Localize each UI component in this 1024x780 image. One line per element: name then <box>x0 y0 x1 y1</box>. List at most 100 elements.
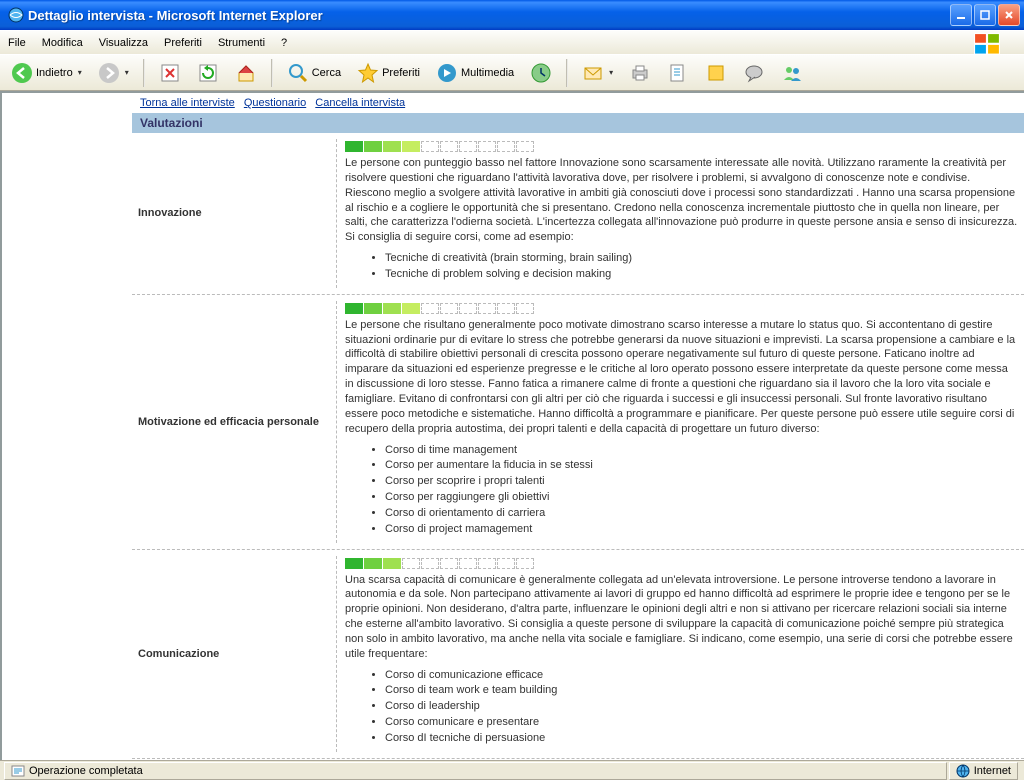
eval-bullets: Corso di comunicazione efficaceCorso di … <box>385 668 1018 746</box>
chevron-down-icon: ▾ <box>125 68 129 77</box>
score-segment <box>516 303 534 314</box>
eval-row: Motivazione ed efficacia personaleLe per… <box>132 295 1024 550</box>
globe-icon <box>956 764 970 778</box>
menu-tools[interactable]: Strumenti <box>218 37 265 49</box>
mail-button[interactable]: ▾ <box>577 59 618 87</box>
home-button[interactable] <box>230 59 262 87</box>
score-segment <box>345 141 363 152</box>
eval-text: Le persone che risultano generalmente po… <box>345 318 1018 437</box>
score-bar <box>345 141 1018 152</box>
eval-body: Le persone con punteggio basso nel fatto… <box>337 139 1024 288</box>
eval-text: Le persone con punteggio basso nel fatto… <box>345 156 1018 245</box>
score-segment <box>402 303 420 314</box>
history-icon <box>530 62 552 84</box>
list-item: Corso comunicare e presentare <box>385 715 1018 730</box>
multimedia-label: Multimedia <box>461 67 514 79</box>
stop-icon <box>159 62 181 84</box>
refresh-button[interactable] <box>192 59 224 87</box>
statusbar: Operazione completata Internet <box>0 760 1024 780</box>
close-button[interactable] <box>998 4 1020 26</box>
multimedia-button[interactable]: Multimedia <box>431 59 519 87</box>
edit-icon <box>667 62 689 84</box>
list-item: Corso dI tecniche di persuasione <box>385 731 1018 746</box>
forward-icon <box>98 62 120 84</box>
list-item: Tecniche di problem solving e decision m… <box>385 267 1018 282</box>
eval-row: InnovazioneLe persone con punteggio bass… <box>132 133 1024 295</box>
maximize-button[interactable] <box>974 4 996 26</box>
score-segment <box>440 303 458 314</box>
media-icon <box>436 62 458 84</box>
score-segment <box>383 558 401 569</box>
list-item: Corso per scoprire i propri talenti <box>385 474 1018 489</box>
score-segment <box>364 141 382 152</box>
search-label: Cerca <box>312 67 341 79</box>
link-torna[interactable]: Torna alle interviste <box>140 97 235 109</box>
score-segment <box>478 303 496 314</box>
search-icon <box>287 62 309 84</box>
chevron-down-icon: ▾ <box>609 68 613 77</box>
score-segment <box>402 558 420 569</box>
back-label: Indietro <box>36 67 73 79</box>
list-item: Corso di orientamento di carriera <box>385 506 1018 521</box>
back-button[interactable]: Indietro ▾ <box>6 59 87 87</box>
people-icon <box>781 62 803 84</box>
score-segment <box>345 303 363 314</box>
score-bar <box>345 558 1018 569</box>
minimize-button[interactable] <box>950 4 972 26</box>
link-cancella[interactable]: Cancella intervista <box>315 97 405 109</box>
messenger-button[interactable] <box>776 59 808 87</box>
menu-help[interactable]: ? <box>281 37 287 49</box>
score-segment <box>421 141 439 152</box>
favorites-button[interactable]: Preferiti <box>352 59 425 87</box>
score-segment <box>440 558 458 569</box>
top-links: Torna alle interviste Questionario Cance… <box>2 93 1024 113</box>
eval-label: Innovazione <box>132 139 337 288</box>
mail-icon <box>582 62 604 84</box>
forward-button[interactable]: ▾ <box>93 59 134 87</box>
app-icon <box>8 7 24 23</box>
score-segment <box>364 303 382 314</box>
done-icon <box>11 764 25 778</box>
score-segment <box>345 558 363 569</box>
link-questionario[interactable]: Questionario <box>244 97 306 109</box>
toolbar: Indietro ▾ ▾ Cerca Preferiti Multimedia … <box>0 54 1024 91</box>
menu-favorites[interactable]: Preferiti <box>164 37 202 49</box>
menubar: File Modifica Visualizza Preferiti Strum… <box>0 30 1024 54</box>
refresh-icon <box>197 62 219 84</box>
eval-bullets: Corso di time managementCorso per aument… <box>385 443 1018 537</box>
score-segment <box>440 141 458 152</box>
history-button[interactable] <box>525 59 557 87</box>
edit-button[interactable] <box>662 59 694 87</box>
list-item: Corso per aumentare la fiducia in se ste… <box>385 458 1018 473</box>
stop-button[interactable] <box>154 59 186 87</box>
status-zone: Internet <box>949 762 1018 780</box>
home-icon <box>235 62 257 84</box>
back-icon <box>11 62 33 84</box>
star-icon <box>357 62 379 84</box>
discuss-button[interactable] <box>738 59 770 87</box>
separator <box>566 59 568 87</box>
section-header: Valutazioni <box>132 113 1024 133</box>
score-segment <box>421 558 439 569</box>
eval-label: Comunicazione <box>132 556 337 752</box>
score-segment <box>364 558 382 569</box>
eval-text: Una scarsa capacità di comunicare è gene… <box>345 573 1018 662</box>
search-button[interactable]: Cerca <box>282 59 346 87</box>
favorites-label: Preferiti <box>382 67 420 79</box>
menu-edit[interactable]: Modifica <box>42 37 83 49</box>
list-item: Tecniche di creatività (brain storming, … <box>385 251 1018 266</box>
score-segment <box>459 558 477 569</box>
content-viewport[interactable]: Torna alle interviste Questionario Cance… <box>0 91 1024 760</box>
score-segment <box>516 141 534 152</box>
menu-view[interactable]: Visualizza <box>99 37 148 49</box>
window-title: Dettaglio intervista - Microsoft Interne… <box>28 8 948 23</box>
score-segment <box>459 141 477 152</box>
note-button[interactable] <box>700 59 732 87</box>
score-segment <box>497 141 515 152</box>
print-button[interactable] <box>624 59 656 87</box>
eval-row: ComunicazioneUna scarsa capacità di comu… <box>132 550 1024 759</box>
score-segment <box>497 303 515 314</box>
menu-file[interactable]: File <box>8 37 26 49</box>
chevron-down-icon: ▾ <box>78 68 82 77</box>
eval-bullets: Tecniche di creatività (brain storming, … <box>385 251 1018 282</box>
